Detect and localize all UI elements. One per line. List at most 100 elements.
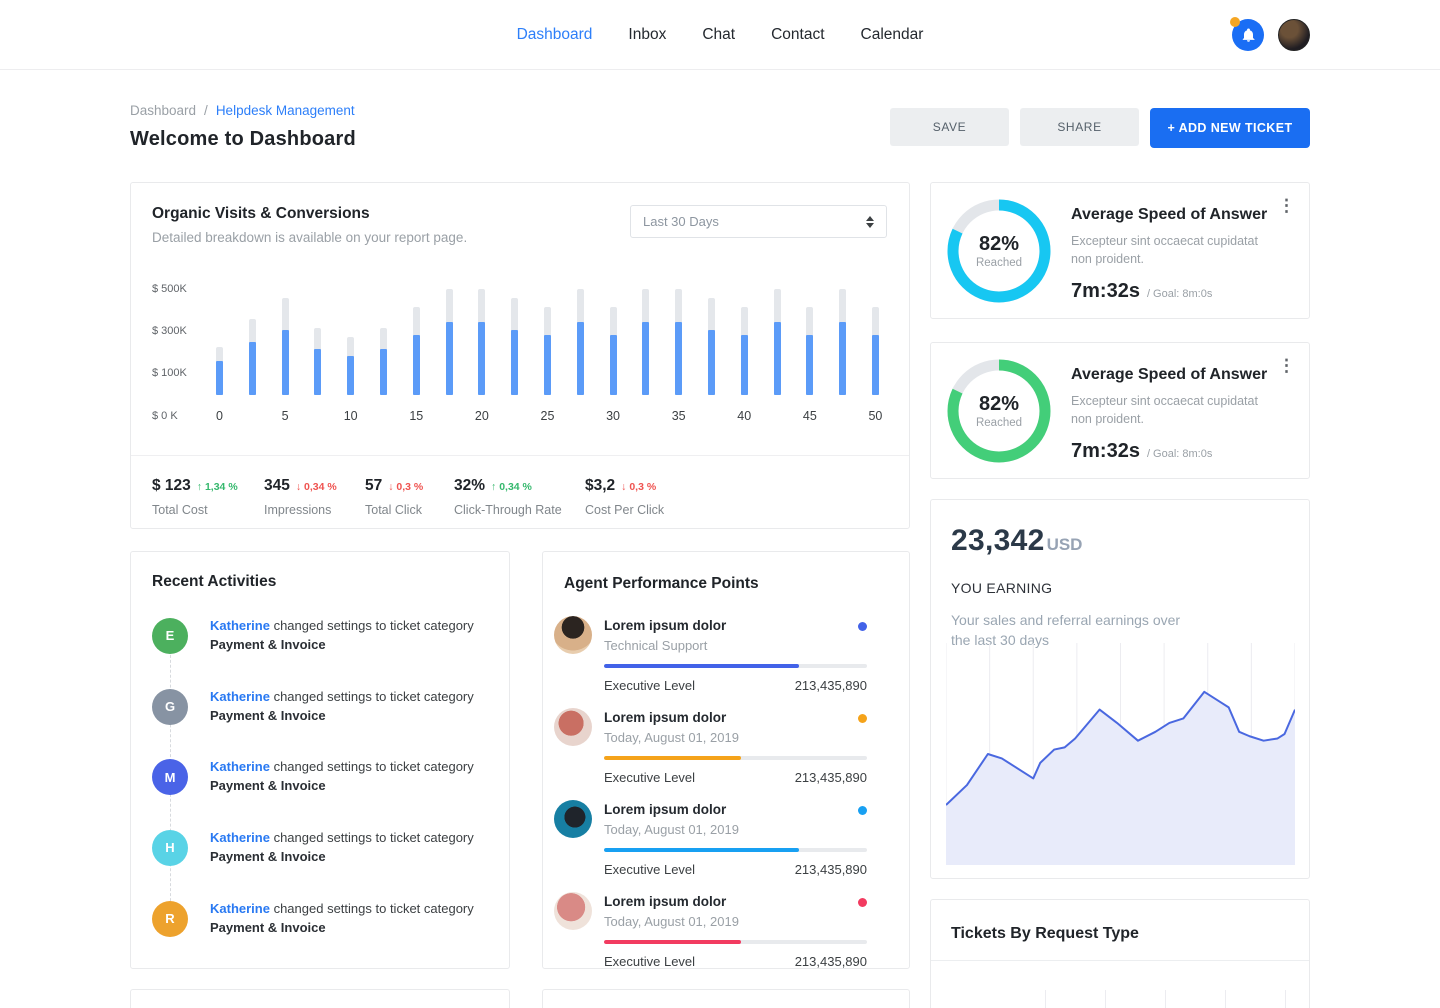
speed-card-title: Average Speed of Answer (1071, 366, 1271, 384)
bar-value-segment (380, 349, 387, 395)
kpi-stat: 345↓ 0,34 %Impressions (264, 477, 365, 517)
agent-item: Lorem ipsum dolorToday, August 01, 2019E… (554, 800, 867, 877)
kpi-delta: ↓ 0,3 % (388, 481, 423, 493)
earnings-currency: USD (1047, 535, 1083, 555)
bar-value-segment (347, 356, 354, 395)
kpi-delta: ↓ 0,34 % (296, 481, 337, 493)
breadcrumb-root[interactable]: Dashboard (130, 103, 196, 118)
agent-item: Lorem ipsum dolorToday, August 01, 2019E… (554, 892, 867, 969)
x-axis-label: 5 (282, 409, 289, 423)
kpi-delta: ↓ 0,3 % (621, 481, 656, 493)
x-axis-label: 40 (737, 409, 751, 423)
bar (708, 298, 715, 395)
tickets-chart-gridlines (1045, 990, 1291, 1008)
nav-item-contact[interactable]: Contact (771, 26, 824, 44)
activity-target: Payment & Invoice (210, 919, 474, 938)
activity-user-link[interactable]: Katherine (210, 759, 270, 774)
bar (216, 347, 223, 396)
avatar (554, 892, 592, 930)
average-speed-card: 82%ReachedAverage Speed of AnswerExcepte… (930, 182, 1310, 319)
status-dot (858, 714, 867, 723)
activity-item: HKatherine changed settings to ticket ca… (152, 829, 488, 867)
agent-name: Lorem ipsum dolor (604, 618, 858, 633)
agent-name: Lorem ipsum dolor (604, 710, 858, 725)
nav-item-chat[interactable]: Chat (702, 26, 735, 44)
progress-bar (604, 940, 867, 944)
activity-user-link[interactable]: Katherine (210, 618, 270, 633)
activity-user-link[interactable]: Katherine (210, 830, 270, 845)
bar (806, 307, 813, 395)
date-range-select[interactable]: Last 30 Days (630, 205, 887, 238)
partial-card-middle (542, 989, 910, 1008)
activity-target: Payment & Invoice (210, 707, 474, 726)
activity-item: RKatherine changed settings to ticket ca… (152, 900, 488, 938)
bar (249, 319, 256, 395)
bar-value-segment (446, 322, 453, 395)
activity-target: Payment & Invoice (210, 777, 474, 796)
bar-value-segment (511, 330, 518, 395)
save-button[interactable]: SAVE (890, 108, 1009, 146)
more-options-icon[interactable]: ⋮ (1278, 357, 1295, 374)
user-avatar[interactable] (1278, 19, 1310, 51)
bar (413, 307, 420, 395)
breadcrumb: Dashboard / Helpdesk Management (130, 103, 356, 118)
bar-value-segment (675, 322, 682, 395)
bar-value-segment (577, 322, 584, 395)
progress-fill (604, 664, 799, 668)
avatar: M (152, 759, 188, 795)
progress-bar (604, 664, 867, 668)
avatar: R (152, 901, 188, 937)
donut-percent-value: 82% (979, 233, 1019, 256)
speed-card-description: Excepteur sint occaecat cupidatat non pr… (1071, 232, 1271, 268)
agent-name: Lorem ipsum dolor (604, 802, 858, 817)
kpi-stat: 32%↑ 0,34 %Click-Through Rate (454, 477, 585, 517)
activity-user-link[interactable]: Katherine (210, 901, 270, 916)
breadcrumb-current[interactable]: Helpdesk Management (216, 103, 355, 118)
organic-bar-chart: $ 500K$ 300K$ 100K (131, 279, 909, 395)
nav-item-inbox[interactable]: Inbox (628, 26, 666, 44)
avatar: E (152, 618, 188, 654)
share-button[interactable]: SHARE (1020, 108, 1139, 146)
bar (642, 289, 649, 396)
bar-value-segment (282, 330, 289, 395)
bar (446, 289, 453, 396)
activity-text: Katherine changed settings to ticket cat… (210, 758, 474, 777)
bar-value-segment (216, 361, 223, 395)
bar-value-segment (249, 342, 256, 395)
activity-text: Katherine changed settings to ticket cat… (210, 829, 474, 848)
activity-user-link[interactable]: Katherine (210, 689, 270, 704)
kpi-label: Cost Per Click (585, 503, 664, 517)
recent-activities-title: Recent Activities (152, 573, 488, 591)
recent-activities-card: Recent Activities E Katherine changed set… (130, 551, 510, 969)
tickets-by-request-type-card: Tickets By Request Type (930, 899, 1310, 1008)
select-arrows-icon (866, 216, 874, 228)
more-options-icon[interactable]: ⋮ (1278, 197, 1295, 214)
agent-level-label: Executive Level (604, 954, 695, 969)
agent-subtitle: Today, August 01, 2019 (604, 914, 858, 929)
kpi-value: 345 (264, 477, 290, 495)
answer-goal-value: / Goal: 8m:0s (1147, 448, 1212, 460)
bar (347, 337, 354, 395)
kpi-value: $ 123 (152, 477, 191, 495)
nav-item-dashboard[interactable]: Dashboard (517, 26, 593, 44)
bar (872, 307, 879, 395)
average-speed-card: 82%ReachedAverage Speed of AnswerExcepte… (930, 342, 1310, 479)
bar-value-segment (413, 335, 420, 395)
agent-subtitle: Today, August 01, 2019 (604, 822, 858, 837)
x-axis-label: 30 (606, 409, 620, 423)
nav-item-calendar[interactable]: Calendar (861, 26, 924, 44)
y-axis-zero-label: $ 0 K (152, 410, 178, 422)
date-range-value: Last 30 Days (643, 214, 719, 229)
agent-performance-title: Agent Performance Points (554, 575, 867, 593)
bar-value-segment (610, 335, 617, 395)
donut-caption: Reached (976, 257, 1022, 269)
avatar: G (152, 689, 188, 725)
notifications-button[interactable] (1232, 19, 1264, 51)
activity-target: Payment & Invoice (210, 636, 474, 655)
agent-level-label: Executive Level (604, 770, 695, 785)
bar (675, 289, 682, 396)
answer-goal-value: / Goal: 8m:0s (1147, 288, 1212, 300)
kpi-value: $3,2 (585, 477, 615, 495)
kpi-value: 32% (454, 477, 485, 495)
add-new-ticket-button[interactable]: + ADD NEW TICKET (1150, 108, 1310, 148)
